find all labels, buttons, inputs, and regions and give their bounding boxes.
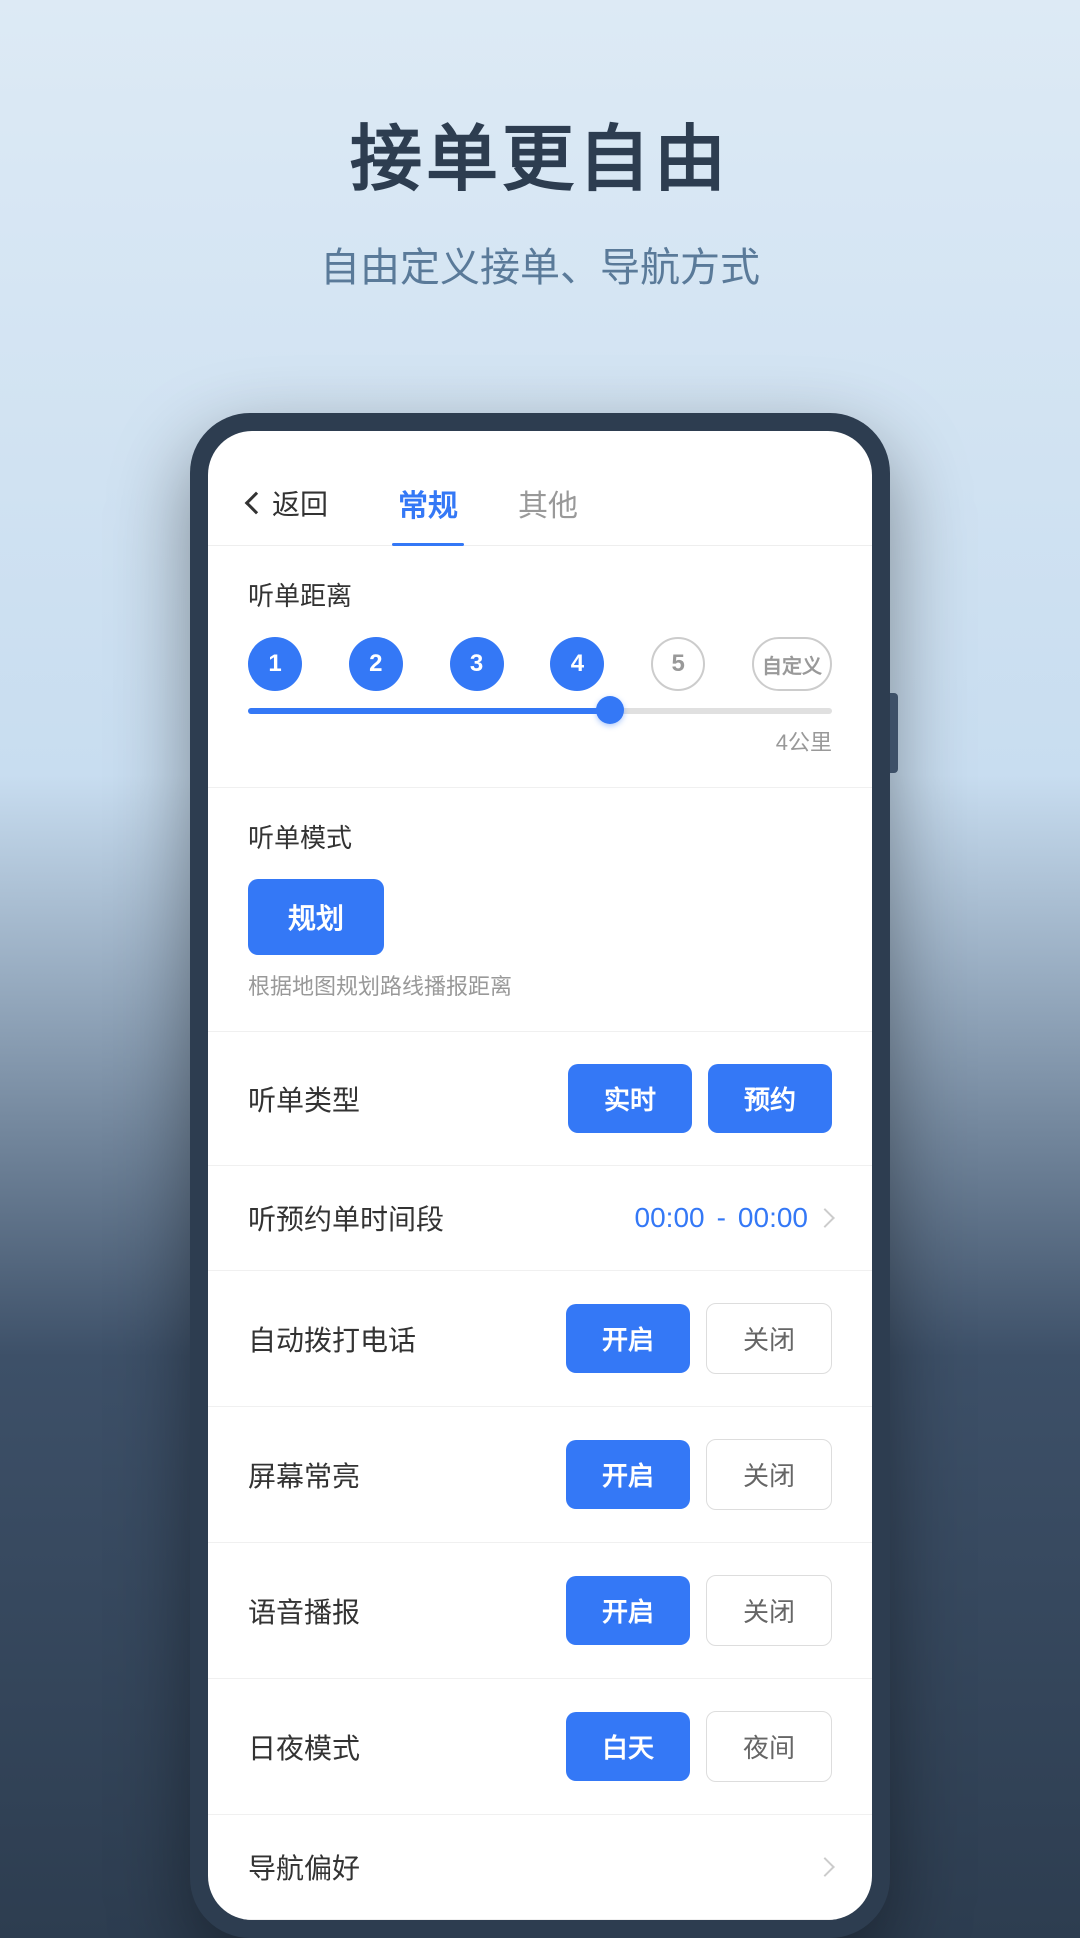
order-type-label: 听单类型	[248, 1079, 360, 1119]
auto-call-section: 自动拨打电话 开启 关闭	[208, 1271, 872, 1407]
mode-label: 听单模式	[248, 818, 832, 855]
page-background: 接单更自由 自由定义接单、导航方式 返回 常规	[0, 0, 1080, 1938]
back-button[interactable]: 返回	[248, 483, 328, 523]
schedule-chevron-icon	[815, 1208, 835, 1228]
order-type-section: 听单类型 实时 预约	[208, 1032, 872, 1166]
phone-side-button	[890, 693, 898, 773]
schedule-section[interactable]: 听预约单时间段 00:00 - 00:00	[208, 1166, 872, 1271]
time-separator: -	[717, 1202, 726, 1234]
hero-title: 接单更自由	[350, 100, 730, 205]
distance-section: 听单距离 1 2 3 4	[208, 546, 872, 788]
voice-on-btn[interactable]: 开启	[566, 1576, 690, 1645]
screen-on-btn[interactable]: 开启	[566, 1440, 690, 1509]
schedule-label: 听预约单时间段	[248, 1198, 444, 1238]
distance-node-3[interactable]: 3	[450, 637, 504, 691]
tab-other[interactable]: 其他	[488, 461, 608, 545]
mode-section: 听单模式 规划 根据地图规划路线播报距离	[208, 788, 872, 1032]
tab-bar: 返回 常规 其他	[208, 431, 872, 546]
distance-node-5[interactable]: 5	[651, 637, 705, 691]
night-btn[interactable]: 夜间	[706, 1711, 832, 1782]
phone-mockup: 返回 常规 其他 听单距离 1	[190, 413, 890, 1938]
type-scheduled-btn[interactable]: 预约	[708, 1064, 832, 1133]
screen-on-section: 屏幕常亮 开启 关闭	[208, 1407, 872, 1543]
slider-track-fill	[248, 708, 610, 714]
time-group: 00:00 - 00:00	[635, 1202, 832, 1234]
phone-outer: 返回 常规 其他 听单距离 1	[190, 413, 890, 1938]
end-time: 00:00	[738, 1202, 808, 1234]
distance-node-1[interactable]: 1	[248, 637, 302, 691]
nav-chevron-icon	[815, 1857, 835, 1877]
phone-screen: 返回 常规 其他 听单距离 1	[208, 431, 872, 1920]
tab-general[interactable]: 常规	[368, 461, 488, 545]
distance-value: 4公里	[248, 725, 832, 757]
day-night-buttons: 白天 夜间	[566, 1711, 832, 1782]
voice-label: 语音播报	[248, 1591, 360, 1631]
day-night-label: 日夜模式	[248, 1727, 360, 1767]
mode-hint: 根据地图规划路线播报距离	[248, 969, 832, 1001]
voice-off-btn[interactable]: 关闭	[706, 1575, 832, 1646]
screen-on-buttons: 开启 关闭	[566, 1439, 832, 1510]
mode-buttons: 规划	[248, 879, 832, 955]
distance-node-2[interactable]: 2	[349, 637, 403, 691]
hero-subtitle: 自由定义接单、导航方式	[320, 235, 760, 293]
order-type-buttons: 实时 预约	[568, 1064, 832, 1133]
distance-label: 听单距离	[248, 576, 832, 613]
distance-node-4[interactable]: 4	[550, 637, 604, 691]
back-label: 返回	[272, 483, 328, 523]
start-time: 00:00	[635, 1202, 705, 1234]
distance-nodes: 1 2 3 4 5	[248, 637, 832, 691]
auto-call-off-btn[interactable]: 关闭	[706, 1303, 832, 1374]
auto-call-buttons: 开启 关闭	[566, 1303, 832, 1374]
distance-node-custom[interactable]: 自定义	[752, 637, 832, 691]
auto-call-label: 自动拨打电话	[248, 1319, 416, 1359]
distance-slider[interactable]	[248, 707, 832, 715]
slider-thumb[interactable]	[596, 696, 624, 724]
day-night-section: 日夜模式 白天 夜间	[208, 1679, 872, 1815]
mode-btn-plan[interactable]: 规划	[248, 879, 384, 955]
auto-call-on-btn[interactable]: 开启	[566, 1304, 690, 1373]
voice-section: 语音播报 开启 关闭	[208, 1543, 872, 1679]
voice-buttons: 开启 关闭	[566, 1575, 832, 1646]
back-chevron-icon	[245, 492, 268, 515]
screen-on-label: 屏幕常亮	[248, 1455, 360, 1495]
app-content: 返回 常规 其他 听单距离 1	[208, 431, 872, 1920]
nav-section[interactable]: 导航偏好	[208, 1815, 872, 1920]
screen-off-btn[interactable]: 关闭	[706, 1439, 832, 1510]
nav-label: 导航偏好	[248, 1847, 360, 1887]
type-realtime-btn[interactable]: 实时	[568, 1064, 692, 1133]
day-btn[interactable]: 白天	[566, 1712, 690, 1781]
